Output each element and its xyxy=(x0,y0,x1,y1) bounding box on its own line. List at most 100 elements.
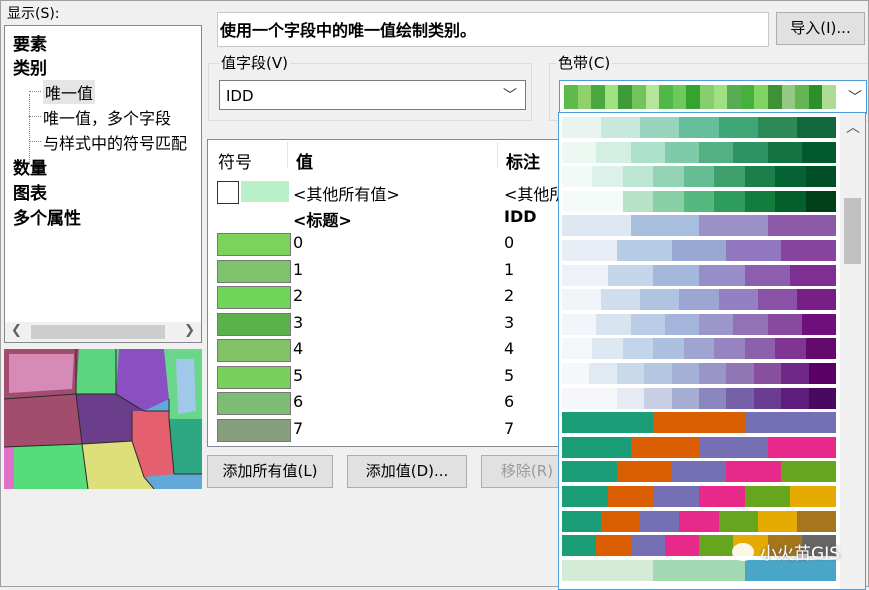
value-cell: 5 xyxy=(293,365,304,385)
add-all-values-button[interactable]: 添加所有值(L) xyxy=(207,455,333,488)
value-field-select[interactable]: IDD ﹀ xyxy=(219,80,526,110)
color-ramp-option[interactable] xyxy=(562,289,836,311)
tree-item-categories[interactable]: 类别 xyxy=(13,54,47,79)
add-values-button[interactable]: 添加值(D)... xyxy=(347,455,467,488)
color-ramp-option[interactable] xyxy=(562,117,836,138)
ramp-color-cell xyxy=(653,190,684,212)
ramp-color-cell xyxy=(718,117,758,138)
ramp-color-cell xyxy=(616,363,645,384)
symbol-swatch[interactable] xyxy=(241,181,289,202)
label-column-header[interactable]: 标注 xyxy=(506,148,540,173)
tree-item-unique-values[interactable]: 唯一值 xyxy=(43,80,96,104)
label-cell: 5 xyxy=(504,365,515,385)
table-row[interactable]: 22 xyxy=(208,283,558,309)
ramp-color-cell xyxy=(562,363,590,384)
symbol-swatch[interactable] xyxy=(217,259,291,283)
symbol-column-header[interactable]: 符号 xyxy=(218,148,252,173)
ramp-color-cell xyxy=(630,141,665,163)
tree-item-features[interactable]: 要素 xyxy=(13,30,47,55)
symbol-swatch[interactable] xyxy=(217,312,291,336)
scroll-right-icon[interactable]: ❯ xyxy=(184,323,195,338)
renderer-tree[interactable]: 要素 类别 唯一值 唯一值，多个字段 与样式中的符号匹配 数量 图表 多个属性 … xyxy=(4,25,202,343)
tree-item-unique-values-multiple-fields[interactable]: 唯一值，多个字段 xyxy=(43,105,171,129)
color-ramp-option[interactable] xyxy=(562,264,837,286)
color-ramp-option[interactable] xyxy=(562,190,836,212)
color-ramp-dropdown-list[interactable]: ︿ xyxy=(558,112,866,590)
symbol-swatch[interactable] xyxy=(217,392,291,415)
table-row[interactable]: 55 xyxy=(208,363,558,389)
value-column-header[interactable]: 值 xyxy=(296,148,313,173)
dropdown-vertical-scrollbar[interactable]: ︿ xyxy=(840,113,865,589)
ramp-color-cell xyxy=(589,387,617,409)
color-ramp-option[interactable] xyxy=(562,461,836,483)
ramp-color-cell xyxy=(775,166,806,188)
ramp-color-cell xyxy=(714,166,745,188)
ramp-color-cell xyxy=(754,85,768,109)
tree-horizontal-scrollbar[interactable]: ❮ ❯ xyxy=(5,322,201,342)
ramp-color-cell xyxy=(744,166,776,188)
scrollbar-thumb[interactable] xyxy=(31,325,165,339)
ramp-color-cell xyxy=(790,264,837,286)
ramp-color-cell xyxy=(562,436,631,458)
color-ramp-option[interactable] xyxy=(562,215,836,237)
table-row[interactable]: 77 xyxy=(208,416,558,442)
color-ramp-option[interactable] xyxy=(562,363,837,384)
symbol-swatch[interactable] xyxy=(217,233,291,256)
table-row[interactable]: 44 xyxy=(208,336,558,362)
ramp-color-cell xyxy=(790,486,837,507)
chevron-down-icon[interactable]: ﹀ xyxy=(503,85,517,105)
color-ramp-option[interactable] xyxy=(562,240,836,261)
tree-item-charts[interactable]: 图表 xyxy=(13,179,47,204)
watermark: 小火苗GIS xyxy=(732,539,840,564)
symbol-swatch[interactable] xyxy=(217,365,291,389)
color-ramp-option[interactable] xyxy=(562,387,837,409)
ramp-color-cell xyxy=(562,141,597,163)
table-row[interactable]: 00 xyxy=(208,230,558,256)
ramp-color-cell xyxy=(562,486,608,507)
tree-item-match-to-style[interactable]: 与样式中的符号匹配 xyxy=(43,130,187,154)
ramp-color-cell xyxy=(592,338,623,360)
color-ramp-option[interactable] xyxy=(562,510,836,532)
symbol-swatch[interactable] xyxy=(217,339,291,362)
ramp-color-cell xyxy=(653,264,700,286)
color-ramp-option[interactable] xyxy=(562,436,836,458)
chevron-down-icon[interactable]: ﹀ xyxy=(848,87,862,107)
ramp-color-cell xyxy=(562,190,593,212)
table-row-other-values[interactable]: <其他所有值> <其他所有值> xyxy=(208,178,560,204)
color-ramp-option[interactable] xyxy=(562,412,836,434)
ramp-color-cell xyxy=(607,486,654,507)
color-ramp-option[interactable] xyxy=(562,338,836,360)
import-button[interactable]: 导入(I)... xyxy=(776,12,865,45)
tree-item-quantities[interactable]: 数量 xyxy=(13,154,47,179)
color-ramp-option[interactable] xyxy=(562,486,837,507)
table-row[interactable]: 66 xyxy=(208,389,558,415)
value-field-value: IDD xyxy=(226,87,254,105)
color-ramp-option[interactable] xyxy=(562,313,836,335)
scroll-left-icon[interactable]: ❮ xyxy=(11,323,22,338)
ramp-color-cell xyxy=(699,436,768,458)
value-cell: 7 xyxy=(293,418,304,438)
values-table[interactable]: 符号 值 标注 <其他所有值> <其他所有值> <标题> IDD 0011223… xyxy=(207,139,561,447)
scrollbar-thumb[interactable] xyxy=(844,198,861,264)
color-ramp-select[interactable]: ﹀ xyxy=(559,80,867,114)
tree-item-multiple-attributes[interactable]: 多个属性 xyxy=(13,204,81,229)
symbol-swatch[interactable] xyxy=(217,418,291,442)
ramp-color-cell xyxy=(781,85,796,109)
table-row-heading[interactable]: <标题> IDD xyxy=(208,204,558,230)
symbol-swatch[interactable] xyxy=(217,286,291,309)
table-row[interactable]: 11 xyxy=(208,257,558,283)
ramp-color-cell xyxy=(699,264,745,286)
color-ramp-option[interactable] xyxy=(562,141,836,163)
value-cell: 6 xyxy=(293,392,304,411)
ramp-color-cell xyxy=(744,190,776,212)
ramp-color-cell xyxy=(796,117,836,138)
ramp-color-cell xyxy=(714,338,745,360)
checkbox[interactable] xyxy=(217,181,239,204)
ramp-color-cell xyxy=(601,510,641,532)
scroll-up-icon[interactable]: ︿ xyxy=(846,117,860,137)
description-text: 使用一个字段中的唯一值绘制类别。 xyxy=(220,21,477,40)
ramp-color-cell xyxy=(562,461,617,483)
color-ramp-option[interactable] xyxy=(562,166,836,188)
table-row[interactable]: 33 xyxy=(208,310,558,336)
ramp-color-cell xyxy=(805,190,836,212)
